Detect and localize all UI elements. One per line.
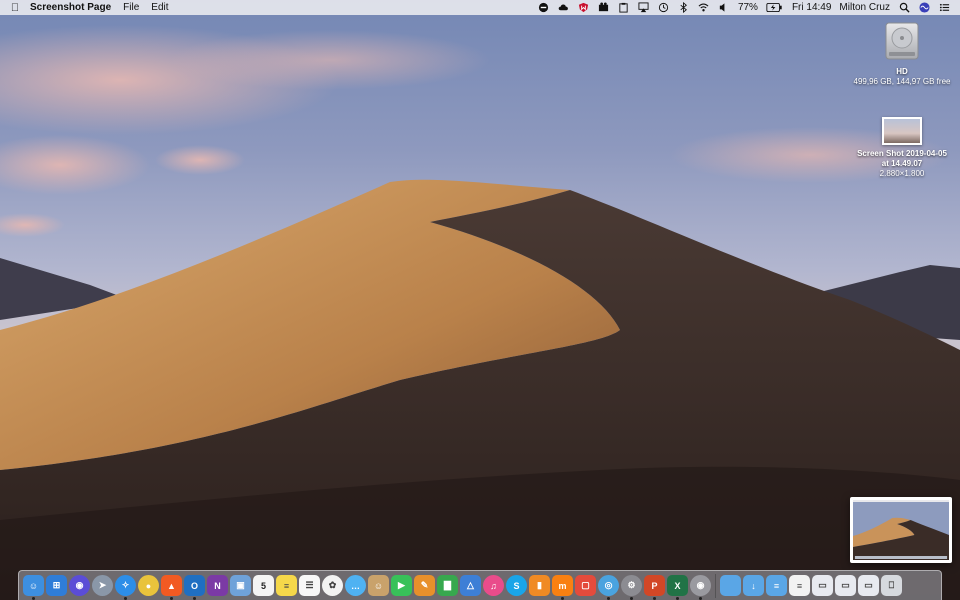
- books-icon[interactable]: ▮: [529, 575, 550, 596]
- menu-edit[interactable]: Edit: [151, 2, 168, 13]
- dock: ☺ ⊞ ◉ ➤ ✧ ● ▲ O N ▣ 5 ≡ ☰ ✿… ☺ ▶ ✎ ▇ △ ♫ S ▮ m ▢ ◎ ⚙ P X ◉ ↓ ≡ ≡ ▭ ▭ ▭ ⎕: [18, 570, 942, 600]
- menu-bar:  Screenshot Page File Edit 77% Fri 14:4…: [0, 0, 960, 15]
- screenshot-preview-thumbnail[interactable]: [850, 497, 952, 563]
- notes-icon[interactable]: ≡: [276, 575, 297, 596]
- documents-folder-icon[interactable]: ≡: [766, 575, 787, 596]
- mcafee-shield-icon[interactable]: [578, 2, 590, 13]
- itunes-icon[interactable]: ♫: [483, 575, 504, 596]
- hd-info: 499,96 GB, 144,97 GB free: [853, 77, 951, 86]
- siri-menu-icon[interactable]: [918, 2, 930, 13]
- system-prefs-icon[interactable]: ⚙: [621, 575, 642, 600]
- screenshot-name-line1: Screen Shot 2019-04-05: [857, 149, 947, 158]
- windows-icon[interactable]: ⊞: [46, 575, 67, 596]
- screenshot-desktop-icon[interactable]: Screen Shot 2019-04-05 at 14.49.07 2.880…: [847, 117, 957, 179]
- reminders-icon[interactable]: ☰: [299, 575, 320, 596]
- screenshot-app-icon[interactable]: ◉: [690, 575, 711, 600]
- keynote-icon[interactable]: △: [460, 575, 481, 596]
- battery-icon[interactable]: [766, 2, 784, 13]
- chrome-icon[interactable]: ●: [138, 575, 159, 596]
- facetime-icon[interactable]: ▶: [391, 575, 412, 596]
- app-name-menu[interactable]: Screenshot Page: [30, 2, 111, 13]
- preview-icon[interactable]: ▣: [230, 575, 251, 596]
- safari-icon[interactable]: ✧: [115, 575, 136, 600]
- screen-sharing-icon[interactable]: ▢: [575, 575, 596, 596]
- apple-menu-icon[interactable]: : [6, 2, 24, 14]
- calendar-icon[interactable]: 5: [253, 575, 274, 596]
- screenshot-file-icon: [882, 117, 922, 145]
- hard-drive-icon: [885, 22, 919, 60]
- battery-percent[interactable]: 77%: [738, 2, 758, 13]
- wifi-icon[interactable]: [698, 2, 710, 13]
- trash-icon[interactable]: ⎕: [881, 575, 902, 596]
- bluetooth-icon[interactable]: [678, 2, 690, 13]
- mail-app-icon[interactable]: ◎: [598, 575, 619, 600]
- circle-status-icon[interactable]: [538, 2, 550, 13]
- moodle-icon[interactable]: m: [552, 575, 573, 600]
- screenshot-stack-icon[interactable]: ▭: [835, 575, 856, 596]
- skype-icon[interactable]: S: [506, 575, 527, 596]
- notification-center-icon[interactable]: [938, 2, 950, 13]
- brave-icon[interactable]: ▲: [161, 575, 182, 600]
- screenshot-dimensions: 2.880×1.800: [879, 169, 925, 178]
- screenshot-stack-icon[interactable]: ▭: [812, 575, 833, 596]
- launchpad-icon[interactable]: ➤: [92, 575, 113, 596]
- photos-icon[interactable]: ✿: [322, 575, 343, 596]
- menubar-user[interactable]: Milton Cruz: [839, 2, 890, 13]
- pages-icon[interactable]: ✎: [414, 575, 435, 596]
- media-icon[interactable]: [598, 2, 610, 13]
- spotlight-search-icon[interactable]: [898, 2, 910, 13]
- time-machine-icon[interactable]: [658, 2, 670, 13]
- desktop-wallpaper: [0, 0, 960, 600]
- powerpoint-icon[interactable]: P: [644, 575, 665, 600]
- clipboard-icon[interactable]: [618, 2, 630, 13]
- status-area: 77% Fri 14:49 Milton Cruz: [534, 2, 954, 13]
- downloads-folder-icon[interactable]: ↓: [743, 575, 764, 596]
- document-icon[interactable]: ≡: [789, 575, 810, 596]
- folder-icon[interactable]: [720, 575, 741, 596]
- dock-separator: [715, 573, 716, 598]
- calendar-date: 5: [260, 580, 266, 591]
- contacts-icon[interactable]: ☺: [368, 575, 389, 596]
- cloud-icon[interactable]: [558, 2, 570, 13]
- volume-icon[interactable]: [718, 2, 730, 13]
- siri-icon[interactable]: ◉: [69, 575, 90, 596]
- hd-desktop-icon[interactable]: HD 499,96 GB, 144,97 GB free: [847, 21, 957, 87]
- screenshot-stack-icon[interactable]: ▭: [858, 575, 879, 596]
- finder-icon[interactable]: ☺: [23, 575, 44, 600]
- screenshot-name-line2: at 14.49.07: [881, 159, 923, 168]
- messages-icon[interactable]: …: [345, 575, 366, 596]
- hd-name: HD: [896, 67, 908, 76]
- numbers-icon[interactable]: ▇: [437, 575, 458, 596]
- onenote-icon[interactable]: N: [207, 575, 228, 596]
- menu-file[interactable]: File: [123, 2, 139, 13]
- airplay-icon[interactable]: [638, 2, 650, 13]
- outlook-icon[interactable]: O: [184, 575, 205, 600]
- excel-icon[interactable]: X: [667, 575, 688, 600]
- menubar-clock[interactable]: Fri 14:49: [792, 2, 831, 13]
